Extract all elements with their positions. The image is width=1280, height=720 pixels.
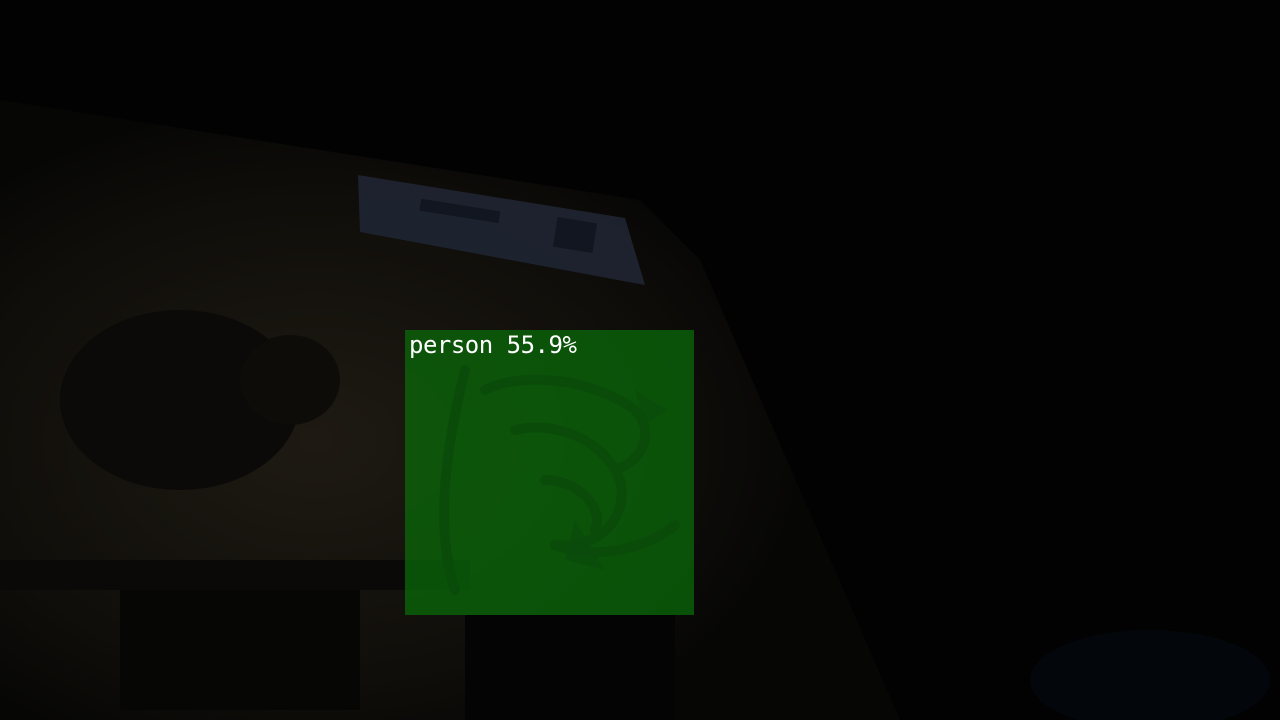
- detection-label: person 55.9%: [409, 331, 577, 359]
- detection-box-person: person 55.9%: [405, 330, 694, 615]
- camera-frame: person 55.9%: [0, 0, 1280, 720]
- dragon-logo-icon: [439, 365, 680, 595]
